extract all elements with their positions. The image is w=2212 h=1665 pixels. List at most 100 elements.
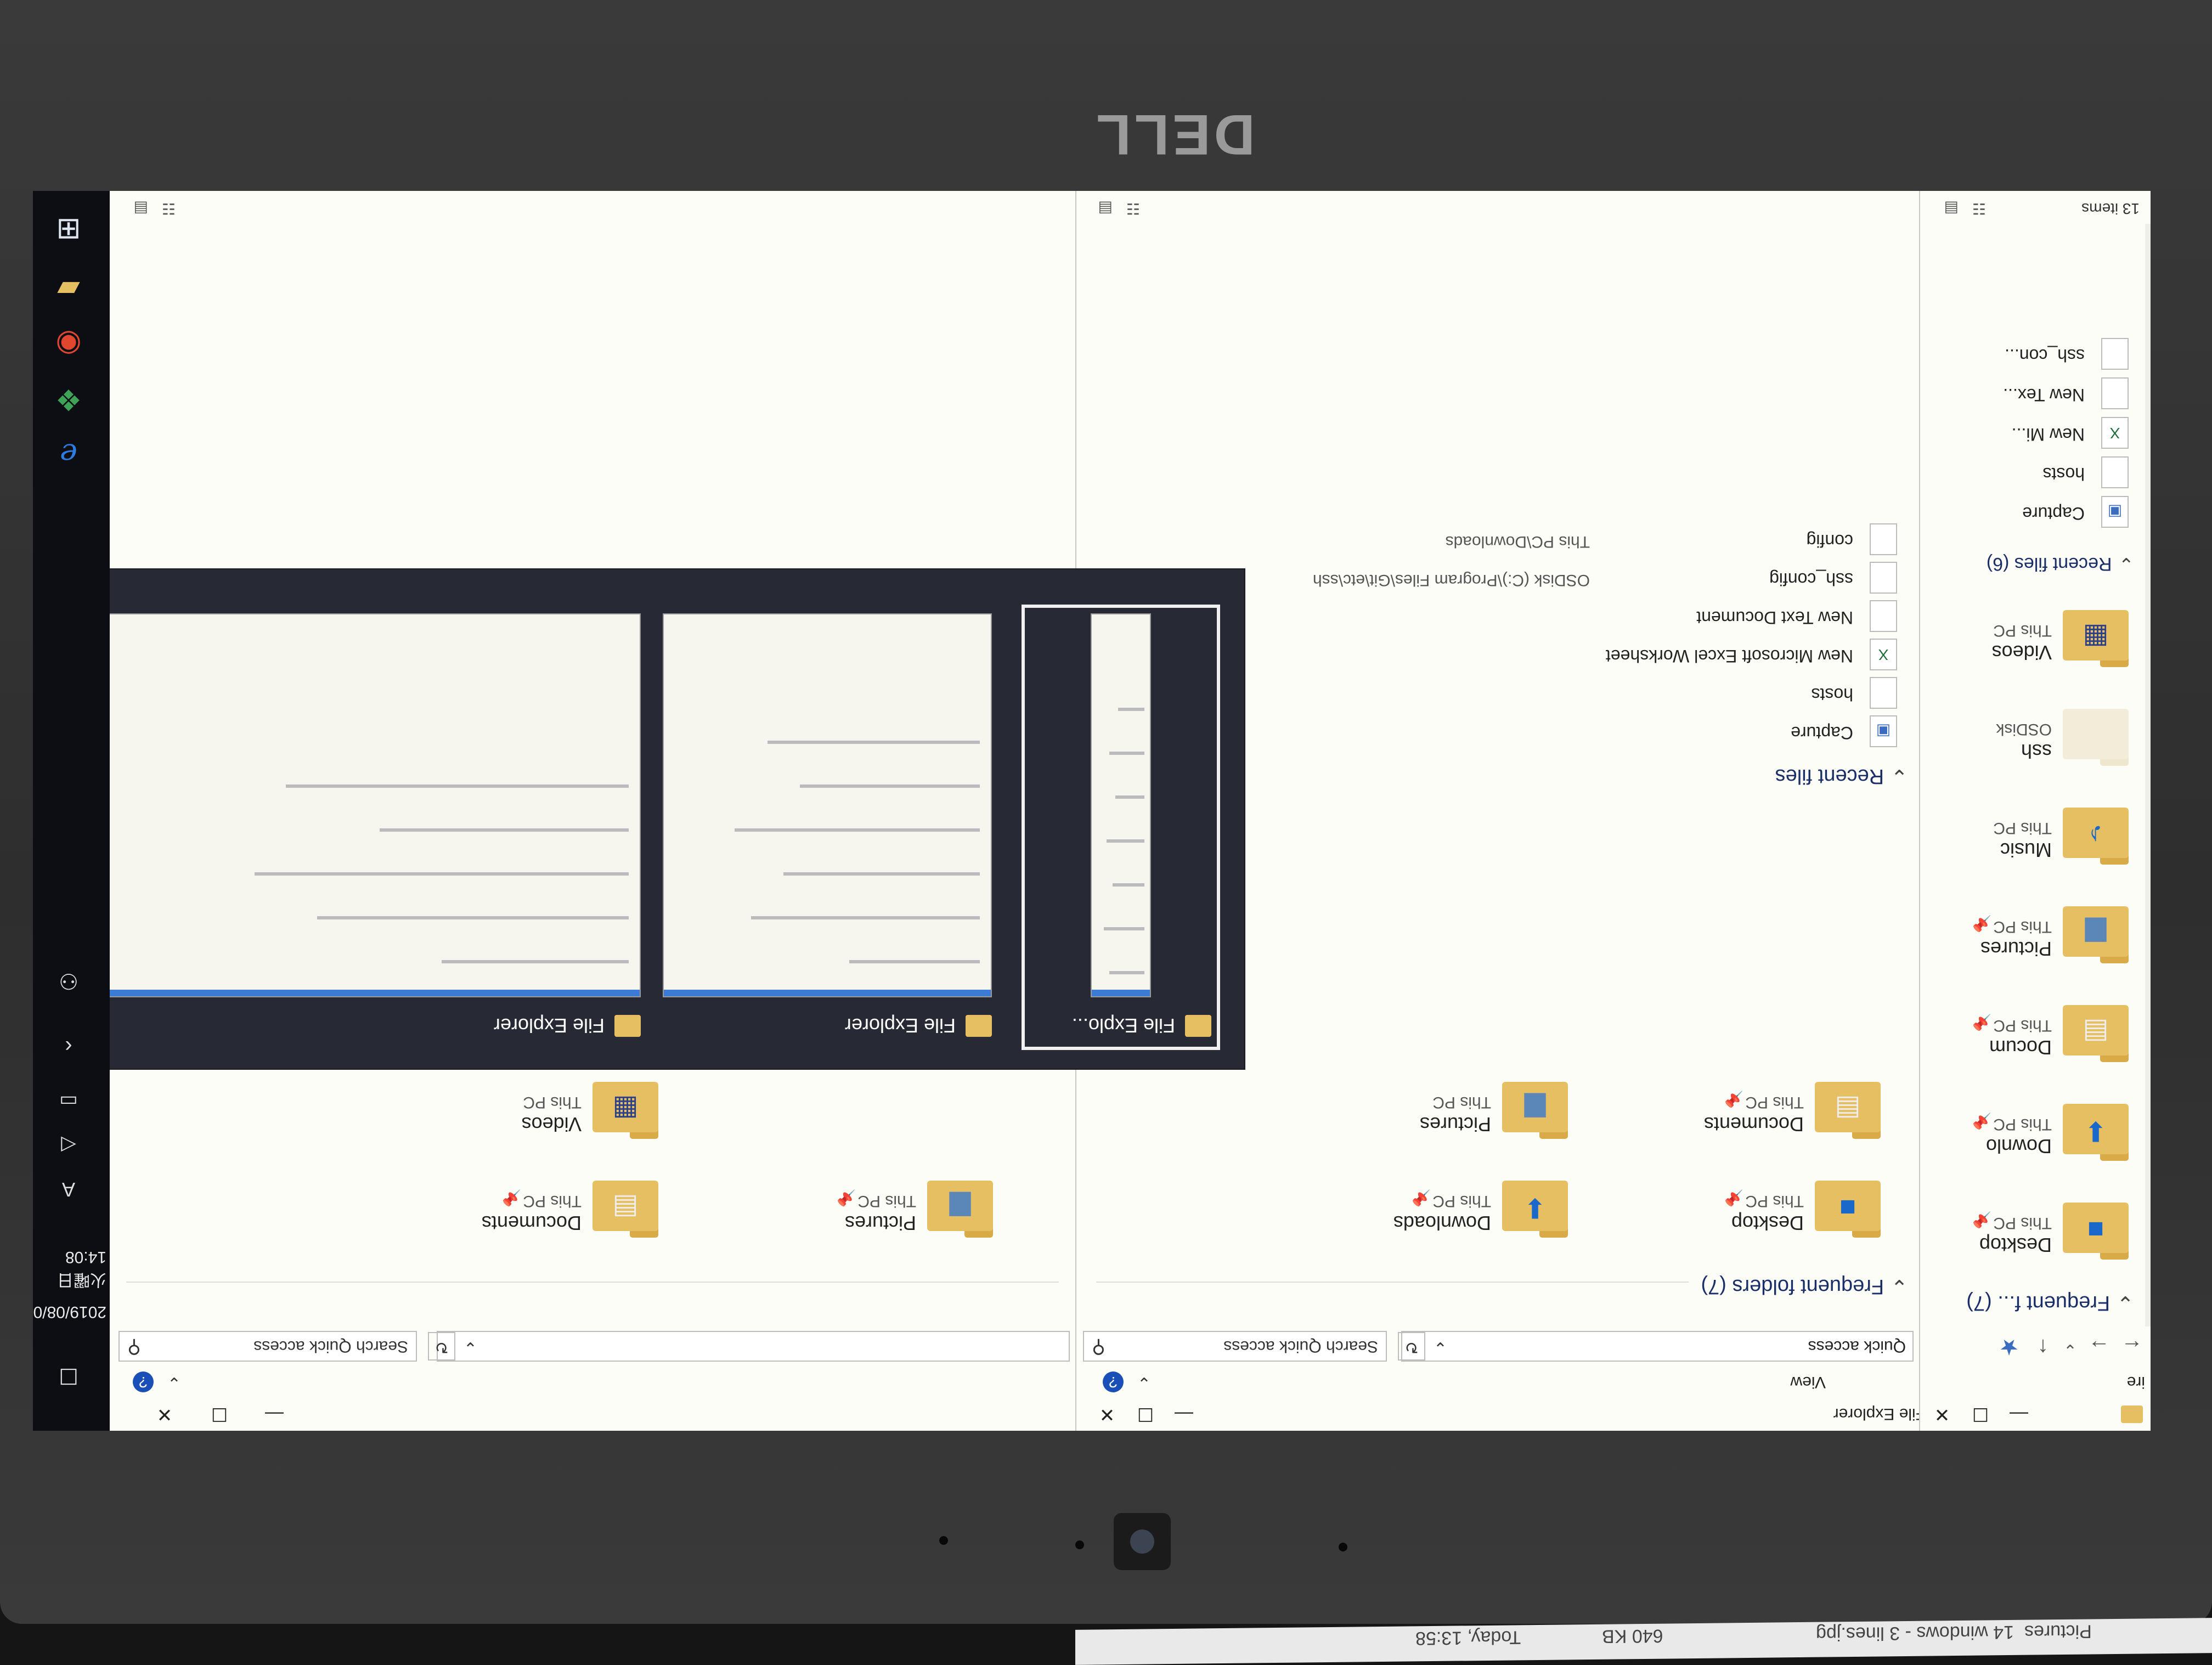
tab-view[interactable]: View bbox=[1791, 1373, 1826, 1391]
chevron-down-icon: ⌄ bbox=[1891, 1275, 1908, 1298]
details-view-icon[interactable]: ☷ bbox=[1972, 200, 1986, 218]
battery-icon[interactable]: ▭ bbox=[47, 1080, 91, 1124]
chevron-down-icon: ⌄ bbox=[1891, 765, 1908, 788]
folder-tile-videos[interactable]: ▦ Videos This PC bbox=[1964, 597, 2129, 674]
folder-tile-music[interactable]: ♪ Music This PC bbox=[1964, 794, 2129, 871]
chevron-down-icon[interactable]: ⌄ bbox=[2063, 1340, 2077, 1359]
minimize-button[interactable]: — bbox=[252, 1402, 296, 1426]
chevron-down-icon: ⌄ bbox=[2117, 1291, 2134, 1314]
large-icons-view-icon[interactable]: ▤ bbox=[134, 200, 148, 218]
action-center-icon[interactable]: ☐ bbox=[47, 1354, 91, 1398]
ime-icon[interactable]: A bbox=[47, 1167, 91, 1211]
alt-tab-item-1[interactable]: File Explo... bbox=[1022, 605, 1220, 1050]
edge-icon[interactable]: ℯ bbox=[47, 432, 91, 476]
folder-tile-downloads[interactable]: ⬇ Downloads This PC 📌 bbox=[1370, 1167, 1568, 1244]
search-input[interactable]: Search Quick access ⚲ bbox=[119, 1331, 417, 1362]
recent-header[interactable]: ⌄Recent files bbox=[1775, 764, 1908, 789]
alt-tab-item-3[interactable]: File Explorer bbox=[33, 613, 641, 1041]
title-bar: File Explorer — ☐ ✕ bbox=[1076, 1398, 1919, 1431]
help-icon[interactable]: ? bbox=[1103, 1371, 1124, 1392]
refresh-icon[interactable]: ↻ bbox=[428, 1332, 455, 1361]
clock-date[interactable]: 2019/08/06 bbox=[33, 1302, 106, 1321]
folder-tile-downloads[interactable]: ⬇ Downlo This PC 📌 bbox=[1964, 1091, 2129, 1167]
chevron-down-icon[interactable]: ⌄ bbox=[1434, 1338, 1447, 1357]
chrome-icon[interactable]: ◉ bbox=[47, 323, 91, 366]
refresh-icon[interactable]: ↻ bbox=[1398, 1332, 1425, 1361]
indicator-led bbox=[939, 1536, 948, 1545]
tab-share[interactable]: ire bbox=[2127, 1373, 2145, 1391]
close-button[interactable]: ✕ bbox=[143, 1402, 187, 1426]
volume-icon[interactable]: ◁ bbox=[47, 1124, 91, 1167]
folder-tile-desktop[interactable]: ■ Desktop This PC 📌 bbox=[1683, 1167, 1881, 1244]
alt-tab-switcher: File Explo... File Explorer File Explore… bbox=[33, 568, 1245, 1070]
large-icons-view-icon[interactable]: ▤ bbox=[1944, 200, 1959, 218]
folder-tile-documents[interactable]: ▤ Docum This PC 📌 bbox=[1964, 992, 2129, 1069]
chevron-down-icon[interactable]: ⌄ bbox=[1137, 1373, 1151, 1392]
ribbon: View ⌄ ? bbox=[1076, 1367, 1919, 1398]
address-bar[interactable] bbox=[437, 1331, 1070, 1362]
folder-tile-documents[interactable]: ▤ Documents This PC 📌 bbox=[439, 1167, 658, 1244]
close-button[interactable]: ✕ bbox=[1085, 1402, 1129, 1426]
maximize-button[interactable]: ☐ bbox=[1124, 1402, 1167, 1426]
download-arrow-icon: ⬇ bbox=[1523, 1193, 1547, 1223]
file-explorer-icon bbox=[966, 1015, 992, 1037]
excel-file-icon: X bbox=[2101, 417, 2129, 449]
up-arrow-icon[interactable]: ↑ bbox=[2038, 1335, 2049, 1359]
people-icon[interactable]: ⚇ bbox=[47, 959, 91, 1003]
explorer-window-1: — ☐ ✕ ire View ← → ⌄ ↑ ★ ⌄Frequent f... … bbox=[1919, 191, 2151, 1431]
picture-icon: ▆ bbox=[2085, 918, 2107, 949]
recent-item[interactable]: config This PC\Downloads bbox=[1129, 522, 1897, 558]
large-icons-view-icon[interactable]: ▤ bbox=[1098, 200, 1113, 218]
close-button[interactable]: ✕ bbox=[1920, 1402, 1964, 1426]
chevron-up-icon[interactable]: ‹ bbox=[47, 1025, 91, 1069]
window-title: File Explorer bbox=[1833, 1405, 1919, 1423]
title-bar: — ☐ ✕ bbox=[1920, 1398, 2151, 1431]
file-explorer-icon[interactable]: ▰ bbox=[47, 268, 91, 312]
details-view-icon[interactable]: ☷ bbox=[162, 200, 176, 218]
search-icon: ⚲ bbox=[127, 1337, 141, 1358]
back-arrow-icon[interactable]: ← bbox=[2121, 1335, 2143, 1359]
recent-header[interactable]: ⌄Recent files (6) bbox=[1987, 553, 2134, 575]
search-input[interactable]: Search Quick access ⚲ bbox=[1083, 1331, 1387, 1362]
window-thumbnail bbox=[663, 613, 992, 997]
clock-day[interactable]: 火曜日 bbox=[57, 1269, 106, 1294]
photos-icon[interactable]: ❖ bbox=[47, 377, 91, 421]
excel-file-icon: X bbox=[1870, 639, 1897, 670]
window-thumbnail bbox=[1091, 613, 1151, 997]
divider bbox=[1096, 1282, 1689, 1283]
minimize-button[interactable]: — bbox=[1162, 1402, 1206, 1426]
chevron-down-icon[interactable]: ⌄ bbox=[167, 1373, 181, 1392]
address-bar[interactable]: Quick access bbox=[1401, 1331, 1914, 1362]
folder-tile-documents[interactable]: ▤ Documents This PC 📌 bbox=[1683, 1069, 1881, 1145]
file-icon bbox=[1870, 677, 1897, 709]
address-row: ← → ⌄ ↑ ★ bbox=[1920, 1328, 2151, 1366]
maximize-button[interactable]: ☐ bbox=[198, 1402, 241, 1426]
folder-tile-pictures[interactable]: ▆ Pictures This PC bbox=[1370, 1069, 1568, 1145]
navigation-pane[interactable] bbox=[2145, 224, 2151, 1327]
desktop-icon: ■ bbox=[2087, 1215, 2104, 1245]
folder-tile-desktop[interactable]: ■ Desktop This PC 📌 bbox=[1964, 1189, 2129, 1266]
windows-logo-icon[interactable]: ⊞ bbox=[47, 207, 91, 251]
taskbar: ⊞ ▰ ◉ ❖ ℯ ⚇ ‹ ▭ ◁ A 14:08 火曜日 2019/08/06… bbox=[33, 191, 110, 1431]
details-view-icon[interactable]: ☷ bbox=[1126, 200, 1140, 218]
laptop-screen: — ☐ ✕ ire View ← → ⌄ ↑ ★ ⌄Frequent f... … bbox=[33, 191, 2151, 1431]
frequent-header[interactable]: ⌄Frequent f... (7) bbox=[1966, 1291, 2134, 1316]
minimize-button[interactable]: — bbox=[1997, 1402, 2041, 1426]
folder-tile-videos[interactable]: ▦ Videos This PC bbox=[439, 1069, 658, 1145]
pin-icon: 📌 bbox=[1972, 1211, 1991, 1228]
second-display-strip: Pictures 14 windows - 3 lines.jpg 640 KB… bbox=[1075, 1618, 2212, 1665]
forward-arrow-icon[interactable]: → bbox=[2088, 1335, 2110, 1359]
folder-tile-pictures[interactable]: ▆ Pictures This PC 📌 bbox=[1964, 893, 2129, 970]
clock-time[interactable]: 14:08 bbox=[65, 1248, 106, 1266]
folder-tile-pictures[interactable]: ▆ Pictures This PC 📌 bbox=[774, 1167, 993, 1244]
frequent-header[interactable]: ⌄Frequent folders (7) bbox=[1701, 1274, 1908, 1299]
status-item-count: 13 items bbox=[2081, 200, 2140, 217]
chevron-down-icon[interactable]: ⌄ bbox=[464, 1338, 477, 1357]
alt-tab-item-2[interactable]: File Explorer bbox=[663, 613, 992, 1041]
pin-icon: 📌 bbox=[1724, 1091, 1743, 1108]
folder-tile-ssh[interactable]: ssh OSDisk bbox=[1964, 696, 2129, 772]
maximize-button[interactable]: ☐ bbox=[1959, 1402, 2002, 1426]
help-icon[interactable]: ? bbox=[133, 1371, 154, 1392]
indicator-led bbox=[1075, 1540, 1084, 1549]
title-bar: — ☐ ✕ bbox=[110, 1398, 1075, 1431]
